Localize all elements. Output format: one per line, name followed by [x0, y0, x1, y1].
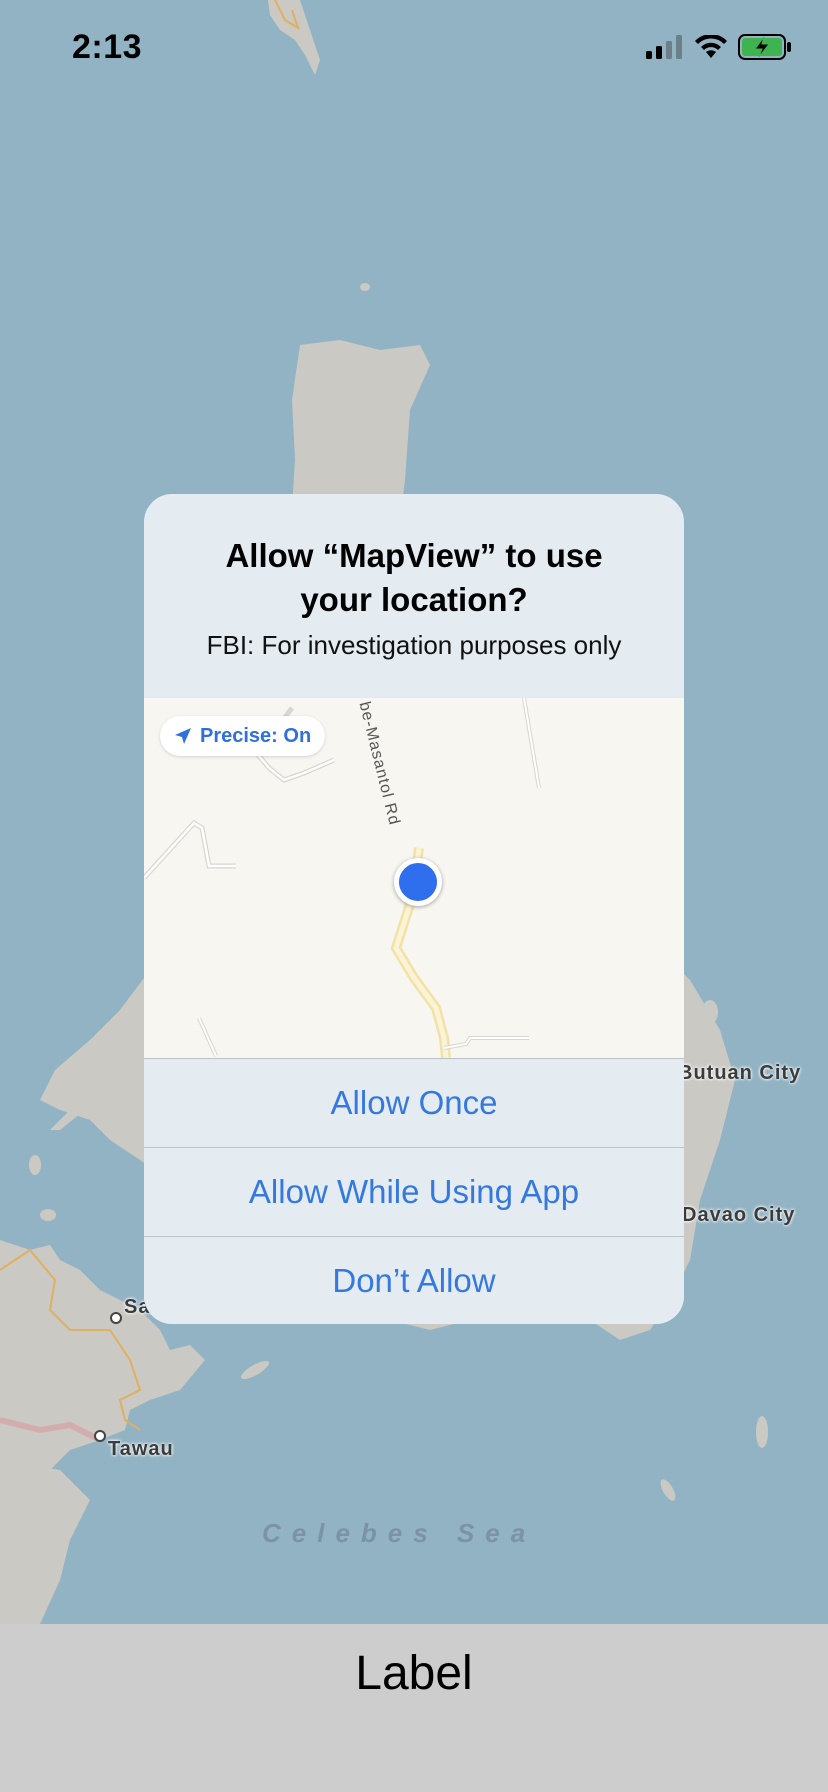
- map-label-tawau: Tawau: [108, 1438, 174, 1460]
- current-location-dot: [394, 858, 442, 906]
- bottom-bar: Label: [0, 1624, 828, 1792]
- map-label-butuan: Butuan City: [678, 1062, 802, 1084]
- allow-once-button[interactable]: Allow Once: [144, 1058, 684, 1147]
- precise-location-toggle[interactable]: Precise: On: [160, 716, 326, 756]
- map-label-davao: Davao City: [682, 1204, 796, 1226]
- allow-while-using-button[interactable]: Allow While Using App: [144, 1147, 684, 1236]
- location-permission-dialog: Allow “MapView” to use your location? FB…: [144, 494, 684, 1324]
- precise-label: Precise: On: [200, 724, 312, 747]
- status-bar: 2:13: [0, 0, 828, 100]
- dialog-header: Allow “MapView” to use your location? FB…: [144, 494, 684, 698]
- bottom-label: Label: [355, 1647, 473, 1700]
- location-preview-map: be-Masantol Rd Precise: On: [144, 698, 684, 1058]
- location-arrow-icon: [175, 728, 191, 744]
- dialog-title: Allow “MapView” to use your location?: [225, 537, 603, 618]
- dont-allow-button[interactable]: Don’t Allow: [144, 1236, 684, 1324]
- map-label-sea: Celebes Sea: [262, 1518, 537, 1548]
- cellular-signal-icon: [646, 35, 682, 59]
- battery-charging-icon: [738, 34, 791, 60]
- status-icons: [646, 34, 792, 60]
- status-time: 2:13: [72, 28, 143, 66]
- wifi-icon: [695, 35, 727, 58]
- dialog-message: FBI: For investigation purposes only: [206, 630, 622, 660]
